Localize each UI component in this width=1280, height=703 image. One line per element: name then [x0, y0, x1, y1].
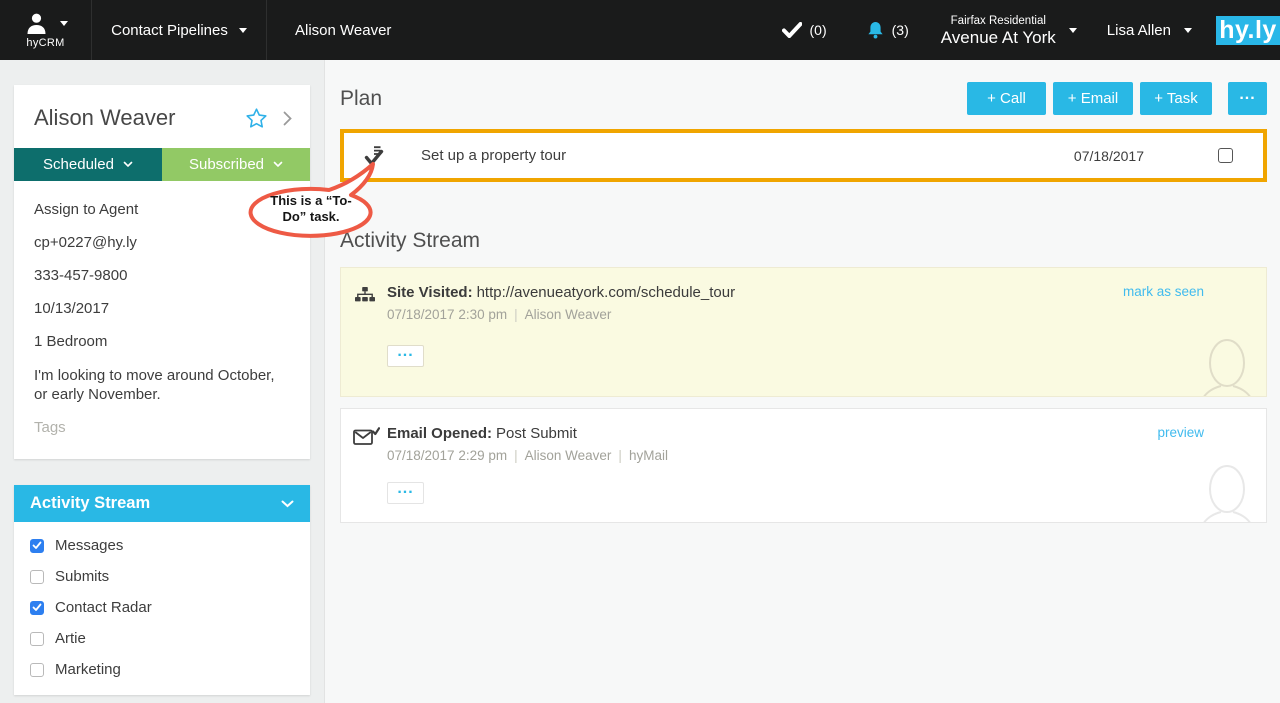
checkbox[interactable] — [30, 600, 44, 615]
task-complete-checkbox[interactable] — [1218, 148, 1233, 163]
filter-option-label: Submits — [55, 568, 110, 585]
filter-title: Activity Stream — [30, 494, 151, 512]
chevron-down-icon — [123, 161, 133, 168]
plan-more-button[interactable]: ... — [1228, 82, 1267, 115]
checkbox[interactable] — [30, 662, 44, 677]
unit-type-field[interactable]: 1 Bedroom — [34, 333, 290, 351]
filter-option-artie[interactable]: Artie — [30, 623, 294, 654]
contact-summary-card: Alison Weaver Scheduled Subscribed Assig… — [14, 85, 310, 459]
notifications-indicator[interactable]: (3) — [867, 21, 909, 39]
activity-source: hyMail — [628, 448, 668, 463]
checkbox[interactable] — [30, 569, 44, 584]
task-title: Set up a property tour — [421, 147, 567, 164]
activity-more-button[interactable]: ... — [387, 344, 424, 367]
user-silhouette-icon — [24, 12, 49, 35]
contact-phone-field[interactable]: 333-457-9800 — [34, 267, 290, 285]
add-call-button[interactable]: + Call — [967, 82, 1046, 115]
filter-option-contact-radar[interactable]: Contact Radar — [30, 592, 294, 623]
filter-option-label: Artie — [55, 630, 86, 647]
avatar — [1196, 462, 1258, 522]
activity-contact: Alison Weaver — [524, 307, 612, 322]
main-content: Plan + Call + Email + Task ... Set up a … — [326, 60, 1280, 703]
pipeline-status-button[interactable]: Scheduled — [14, 148, 162, 181]
filter-option-label: Contact Radar — [55, 599, 152, 616]
contact-pipelines-label: Contact Pipelines — [111, 21, 228, 39]
sitemap-icon — [355, 287, 375, 302]
org-name: Fairfax Residential — [950, 14, 1046, 27]
todo-task-row[interactable]: Set up a property tour 07/18/2017 — [340, 129, 1267, 182]
activity-stream-filter-header[interactable]: Activity Stream — [14, 485, 310, 522]
chevron-down-icon — [1184, 27, 1192, 33]
activity-stream-title: Activity Stream — [340, 229, 481, 252]
checkbox[interactable] — [30, 631, 44, 646]
activity-detail: Post Submit — [496, 425, 577, 442]
app-menu[interactable]: hyCRM — [0, 0, 92, 60]
chevron-down-icon — [273, 161, 283, 168]
filter-option-label: Marketing — [55, 661, 121, 678]
plan-title: Plan — [340, 86, 383, 110]
activity-item-email-opened: Email Opened: Post Submit 07/18/2017 2:29… — [340, 408, 1267, 523]
left-sidebar: Alison Weaver Scheduled Subscribed Assig… — [0, 60, 325, 703]
property-name: Avenue At York — [940, 27, 1056, 47]
activity-stream-filter-card: Activity Stream Messages Submits Contact… — [14, 485, 310, 695]
chevron-down-icon — [238, 27, 247, 33]
activity-contact: Alison Weaver — [524, 448, 612, 463]
activity-item-site-visited: Site Visited: http://avenueatyork.com/sch… — [340, 267, 1267, 397]
activity-type-label: Email Opened: — [387, 425, 493, 442]
filter-option-label: Messages — [55, 537, 124, 554]
filter-option-messages[interactable]: Messages — [30, 530, 294, 561]
subscription-status-button[interactable]: Subscribed — [162, 148, 310, 181]
top-navbar: hyCRM Contact Pipelines Alison Weaver (0… — [0, 0, 1280, 60]
preview-link[interactable]: preview — [1157, 425, 1204, 440]
activity-more-button[interactable]: ... — [387, 481, 424, 504]
chevron-right-icon[interactable] — [281, 109, 294, 128]
hyly-logo: hy.ly — [1216, 15, 1280, 45]
contact-pipelines-menu[interactable]: Contact Pipelines — [92, 0, 267, 60]
chevron-down-icon — [1068, 27, 1077, 33]
app-title: hyCRM — [26, 36, 65, 49]
activity-timestamp: 07/18/2017 2:29 pm — [387, 448, 508, 463]
task-due-date: 07/18/2017 — [1073, 147, 1144, 164]
add-task-button[interactable]: + Task — [1140, 82, 1212, 115]
assign-to-agent-field[interactable]: Assign to Agent — [34, 201, 290, 219]
activity-type-label: Site Visited: — [387, 284, 473, 301]
user-menu[interactable]: Lisa Allen — [1107, 22, 1192, 39]
checkbox[interactable] — [30, 538, 44, 553]
current-contact-label: Alison Weaver — [295, 21, 392, 39]
add-email-button[interactable]: + Email — [1053, 82, 1133, 115]
contact-name: Alison Weaver — [34, 105, 176, 130]
tasks-count: (0) — [809, 22, 827, 38]
avatar — [1196, 336, 1258, 396]
filter-option-marketing[interactable]: Marketing — [30, 654, 294, 685]
tags-input[interactable]: Tags — [34, 419, 290, 437]
contact-email-field[interactable]: cp+0227@hy.ly — [34, 234, 290, 252]
favorite-star-icon[interactable] — [246, 108, 267, 128]
chevron-down-icon — [59, 20, 68, 26]
activity-timestamp: 07/18/2017 2:30 pm — [387, 307, 508, 322]
chevron-down-icon — [281, 500, 294, 507]
move-date-field[interactable]: 10/13/2017 — [34, 300, 290, 318]
todo-task-icon — [364, 145, 385, 166]
user-name: Lisa Allen — [1106, 21, 1171, 39]
breadcrumb: Alison Weaver — [267, 0, 391, 60]
alerts-count: (3) — [891, 22, 909, 38]
tasks-indicator[interactable]: (0) — [781, 22, 827, 38]
email-opened-icon — [353, 427, 380, 446]
bell-icon — [867, 21, 884, 39]
contact-note: I'm looking to move around October, or e… — [34, 367, 275, 403]
filter-option-submits[interactable]: Submits — [30, 561, 294, 592]
checkmark-icon — [781, 22, 802, 38]
activity-detail: http://avenueatyork.com/schedule_tour — [476, 284, 736, 301]
mark-as-seen-link[interactable]: mark as seen — [1123, 284, 1204, 299]
property-selector[interactable]: Fairfax Residential Avenue At York — [941, 14, 1077, 47]
